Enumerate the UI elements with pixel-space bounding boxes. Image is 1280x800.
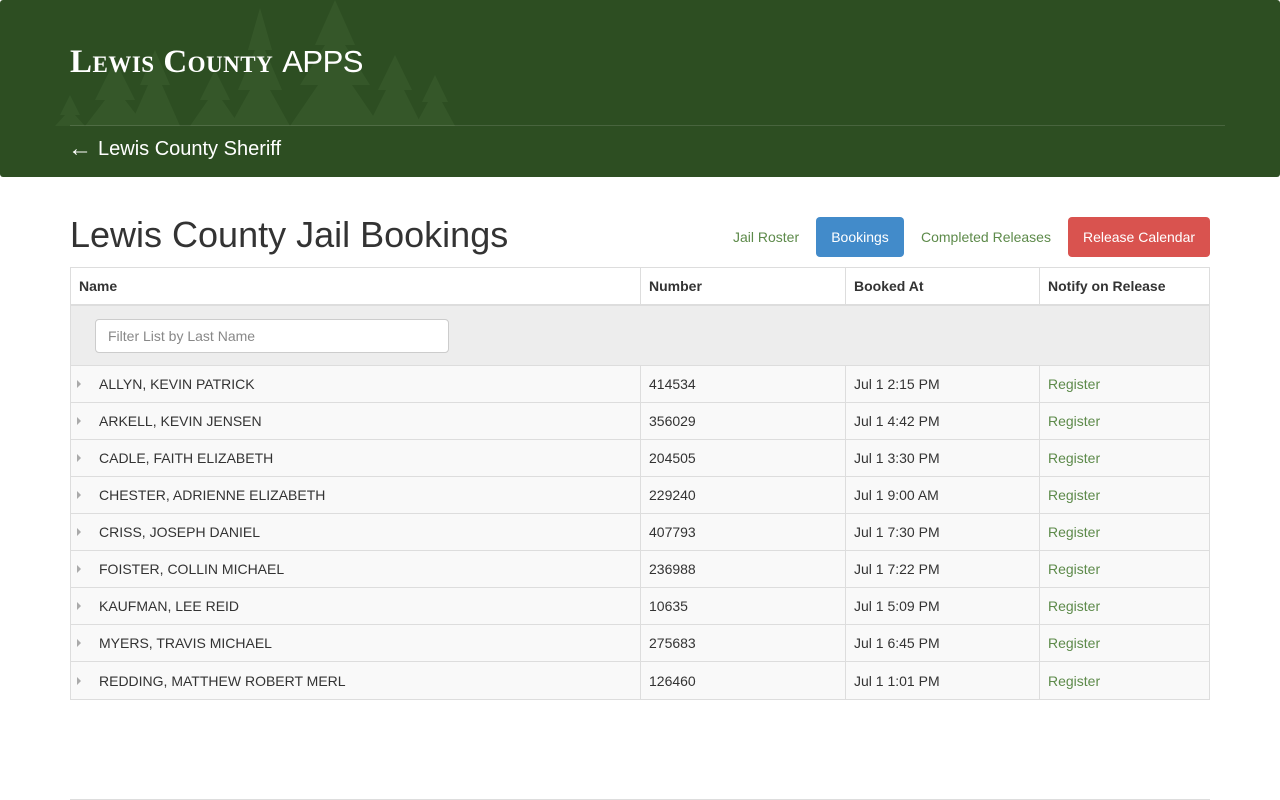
back-link-label: Lewis County Sheriff (98, 137, 282, 160)
inmate-name: KAUFMAN, LEE REID (99, 598, 240, 614)
nav-bookings[interactable]: Bookings (816, 217, 904, 257)
inmate-name: ALLYN, KEVIN PATRICK (99, 376, 255, 392)
table-row[interactable]: MYERS, TRAVIS MICHAEL 275683 Jul 1 6:45 PM… (71, 625, 1209, 662)
table-row[interactable]: CRISS, JOSEPH DANIEL 407793 Jul 1 7:30 PM R… (71, 514, 1209, 551)
expand-caret-icon[interactable] (77, 676, 81, 685)
brand-name: Lewis County (70, 44, 274, 80)
cell-name: ARKELL, KEVIN JENSEN (71, 403, 641, 439)
cell-number: 126460 (641, 662, 846, 699)
site-header: Lewis County APPS ← Lewis County Sheriff (0, 0, 1280, 177)
register-link[interactable]: Register (1048, 598, 1100, 614)
cell-number: 407793 (641, 514, 846, 550)
cell-notify: Register (1040, 514, 1209, 550)
header-divider (70, 125, 1225, 126)
site-brand[interactable]: Lewis County APPS (70, 44, 363, 84)
cell-name: KAUFMAN, LEE REID (71, 588, 641, 624)
cell-notify: Register (1040, 588, 1209, 624)
expand-caret-icon[interactable] (77, 528, 81, 536)
column-header-booked-at[interactable]: Booked At (846, 268, 1040, 304)
register-link[interactable]: Register (1048, 413, 1100, 429)
inmate-name: ARKELL, KEVIN JENSEN (99, 413, 262, 429)
cell-booked-at: Jul 1 3:30 PM (846, 440, 1040, 476)
cell-notify: Register (1040, 625, 1209, 661)
arrow-left-icon: ← (68, 135, 92, 162)
register-link[interactable]: Register (1048, 524, 1100, 540)
register-link[interactable]: Register (1048, 635, 1100, 651)
nav-completed-releases[interactable]: Completed Releases (921, 217, 1051, 257)
cell-name: MYERS, TRAVIS MICHAEL (71, 625, 641, 661)
cell-name: ALLYN, KEVIN PATRICK (71, 366, 641, 402)
register-link[interactable]: Register (1048, 673, 1100, 689)
cell-notify: Register (1040, 477, 1209, 513)
brand-apps: APPS (282, 44, 363, 79)
table-row[interactable]: ALLYN, KEVIN PATRICK 414534 Jul 1 2:15 PM R… (71, 366, 1209, 403)
cell-name: REDDING, MATTHEW ROBERT MERL (71, 662, 641, 699)
filter-row (71, 306, 1209, 366)
cell-number: 356029 (641, 403, 846, 439)
cell-number: 236988 (641, 551, 846, 587)
cell-booked-at: Jul 1 2:15 PM (846, 366, 1040, 402)
expand-caret-icon[interactable] (77, 565, 81, 573)
cell-booked-at: Jul 1 9:00 AM (846, 477, 1040, 513)
page-title: Lewis County Jail Bookings (70, 214, 509, 255)
cell-number: 10635 (641, 588, 846, 624)
cell-booked-at: Jul 1 4:42 PM (846, 403, 1040, 439)
table-row[interactable]: FOISTER, COLLIN MICHAEL 236988 Jul 1 7:22 … (71, 551, 1209, 588)
table-row[interactable]: REDDING, MATTHEW ROBERT MERL 126460 Jul 1 … (71, 662, 1209, 699)
bookings-table: Name Number Booked At Notify on Release … (70, 267, 1210, 700)
cell-booked-at: Jul 1 7:30 PM (846, 514, 1040, 550)
last-name-filter-input[interactable] (95, 318, 449, 353)
expand-caret-icon[interactable] (77, 639, 81, 647)
cell-booked-at: Jul 1 5:09 PM (846, 588, 1040, 624)
cell-number: 275683 (641, 625, 846, 661)
column-header-name[interactable]: Name (71, 268, 641, 304)
inmate-name: CADLE, FAITH ELIZABETH (99, 450, 274, 466)
register-link[interactable]: Register (1048, 450, 1100, 466)
table-row[interactable]: CHESTER, ADRIENNE ELIZABETH 229240 Jul 1 9… (71, 477, 1209, 514)
inmate-name: REDDING, MATTHEW ROBERT MERL (99, 672, 346, 689)
table-row[interactable]: CADLE, FAITH ELIZABETH 204505 Jul 1 3:30 P… (71, 440, 1209, 477)
nav-jail-roster[interactable]: Jail Roster (733, 217, 799, 257)
cell-notify: Register (1040, 403, 1209, 439)
inmate-name: CHESTER, ADRIENNE ELIZABETH (99, 487, 326, 503)
cell-booked-at: Jul 1 7:22 PM (846, 551, 1040, 587)
expand-caret-icon[interactable] (77, 491, 81, 499)
table-row[interactable]: KAUFMAN, LEE REID 10635 Jul 1 5:09 PM Regis… (71, 588, 1209, 625)
column-header-number[interactable]: Number (641, 268, 846, 304)
cell-notify: Register (1040, 366, 1209, 402)
table-header: Name Number Booked At Notify on Release (71, 268, 1209, 306)
expand-caret-icon[interactable] (77, 454, 81, 462)
column-header-notify[interactable]: Notify on Release (1040, 268, 1209, 304)
register-link[interactable]: Register (1048, 376, 1100, 392)
cell-notify: Register (1040, 440, 1209, 476)
table-body: ALLYN, KEVIN PATRICK 414534 Jul 1 2:15 PM R… (71, 366, 1209, 699)
cell-number: 229240 (641, 477, 846, 513)
register-link[interactable]: Register (1048, 487, 1100, 503)
inmate-name: FOISTER, COLLIN MICHAEL (99, 561, 285, 577)
nav-release-calendar[interactable]: Release Calendar (1068, 217, 1210, 257)
cell-number: 204505 (641, 440, 846, 476)
inmate-name: MYERS, TRAVIS MICHAEL (99, 635, 272, 651)
back-to-sheriff-link[interactable]: ← Lewis County Sheriff (68, 137, 281, 161)
cell-name: CADLE, FAITH ELIZABETH (71, 440, 641, 476)
expand-caret-icon[interactable] (77, 602, 81, 610)
cell-notify: Register (1040, 662, 1209, 699)
expand-caret-icon[interactable] (77, 417, 81, 425)
cell-booked-at: Jul 1 6:45 PM (846, 625, 1040, 661)
cell-number: 414534 (641, 366, 846, 402)
cell-name: CRISS, JOSEPH DANIEL (71, 514, 641, 550)
cell-notify: Register (1040, 551, 1209, 587)
table-row[interactable]: ARKELL, KEVIN JENSEN 356029 Jul 1 4:42 PM R… (71, 403, 1209, 440)
expand-caret-icon[interactable] (77, 380, 81, 388)
cell-booked-at: Jul 1 1:01 PM (846, 662, 1040, 699)
cell-name: FOISTER, COLLIN MICHAEL (71, 551, 641, 587)
cell-name: CHESTER, ADRIENNE ELIZABETH (71, 477, 641, 513)
register-link[interactable]: Register (1048, 561, 1100, 577)
inmate-name: CRISS, JOSEPH DANIEL (99, 524, 261, 540)
